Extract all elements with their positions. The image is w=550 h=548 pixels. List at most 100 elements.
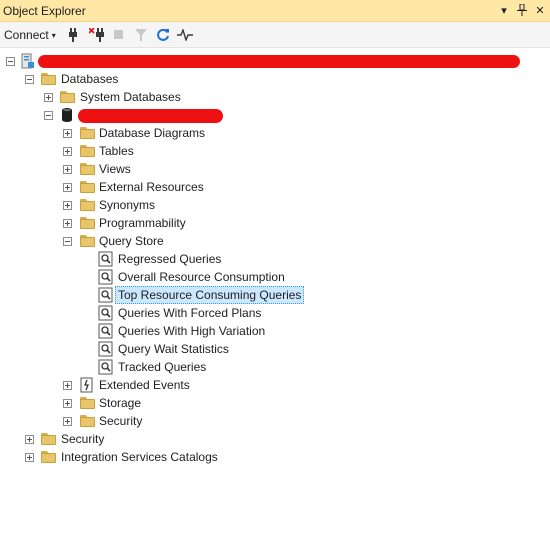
query-report-icon xyxy=(98,251,114,267)
tree-label: Storage xyxy=(99,396,142,410)
redacted-server-name xyxy=(38,55,520,68)
tree-label: Views xyxy=(99,162,131,176)
tree-label: Query Store xyxy=(99,234,164,248)
panel-title: Object Explorer xyxy=(3,4,86,18)
extended-events-icon xyxy=(80,377,96,393)
tree-node-server[interactable] xyxy=(0,52,550,70)
tree-label: Databases xyxy=(61,72,119,86)
expand-icon[interactable] xyxy=(25,453,34,462)
tree-node-server-security[interactable]: Security xyxy=(0,430,550,448)
folder-icon xyxy=(80,413,96,429)
query-report-icon xyxy=(98,323,114,339)
folder-icon xyxy=(80,161,96,177)
tree-label: Regressed Queries xyxy=(118,252,222,266)
folder-icon xyxy=(60,89,76,105)
query-report-icon xyxy=(98,287,114,303)
refresh-icon[interactable] xyxy=(154,26,172,44)
expand-icon[interactable] xyxy=(63,399,72,408)
tree-node-queries-with-high-variation[interactable]: Queries With High Variation xyxy=(0,322,550,340)
folder-icon xyxy=(41,449,57,465)
folder-icon xyxy=(41,431,57,447)
connect-button[interactable]: Connect ▾ xyxy=(4,28,56,42)
tree-node-overall-resource-consumption[interactable]: Overall Resource Consumption xyxy=(0,268,550,286)
tree-node-synonyms[interactable]: Synonyms xyxy=(0,196,550,214)
close-icon[interactable]: ✕ xyxy=(532,2,548,18)
pin-icon[interactable] xyxy=(514,2,530,18)
tree-node-databases[interactable]: Databases xyxy=(0,70,550,88)
tree-node-database-diagrams[interactable]: Database Diagrams xyxy=(0,124,550,142)
expand-icon[interactable] xyxy=(63,381,72,390)
expand-icon[interactable] xyxy=(63,219,72,228)
tree-node-storage[interactable]: Storage xyxy=(0,394,550,412)
collapse-icon[interactable] xyxy=(63,237,72,246)
expand-icon[interactable] xyxy=(63,417,72,426)
tree-label: Queries With High Variation xyxy=(118,324,266,338)
tree-node-db-security[interactable]: Security xyxy=(0,412,550,430)
folder-icon xyxy=(80,179,96,195)
collapse-icon[interactable] xyxy=(25,75,34,84)
folder-icon xyxy=(80,143,96,159)
tree-node-database[interactable] xyxy=(0,106,550,124)
filter-icon[interactable] xyxy=(132,26,150,44)
tree-node-system-databases[interactable]: System Databases xyxy=(0,88,550,106)
folder-icon xyxy=(80,233,96,249)
tree-label: Query Wait Statistics xyxy=(118,342,229,356)
expand-icon[interactable] xyxy=(63,201,72,210)
redacted-database-name xyxy=(78,109,223,123)
tree-label: Database Diagrams xyxy=(99,126,206,140)
object-explorer-tree: Databases System Databases Database Diag… xyxy=(0,50,550,510)
folder-icon xyxy=(80,197,96,213)
collapse-icon[interactable] xyxy=(6,57,15,66)
folder-icon xyxy=(80,215,96,231)
expand-icon[interactable] xyxy=(44,93,53,102)
tree-node-external-resources[interactable]: External Resources xyxy=(0,178,550,196)
expand-icon[interactable] xyxy=(63,129,72,138)
connect-plug-icon[interactable] xyxy=(64,26,82,44)
activity-monitor-icon[interactable] xyxy=(176,26,194,44)
folder-icon xyxy=(80,395,96,411)
query-report-icon xyxy=(98,341,114,357)
expand-icon[interactable] xyxy=(63,165,72,174)
server-icon xyxy=(20,53,36,69)
object-explorer-titlebar: Object Explorer ▾ ✕ xyxy=(0,0,550,22)
tree-node-programmability[interactable]: Programmability xyxy=(0,214,550,232)
collapse-icon[interactable] xyxy=(44,111,53,120)
object-explorer-toolbar: Connect ▾ xyxy=(0,22,550,48)
tree-node-tracked-queries[interactable]: Tracked Queries xyxy=(0,358,550,376)
tree-node-views[interactable]: Views xyxy=(0,160,550,178)
folder-icon xyxy=(41,71,57,87)
tree-label: Extended Events xyxy=(99,378,190,392)
tree-node-query-wait-statistics[interactable]: Query Wait Statistics xyxy=(0,340,550,358)
connect-label: Connect xyxy=(4,28,49,42)
tree-label: Security xyxy=(61,432,105,446)
tree-label: Programmability xyxy=(99,216,186,230)
stop-icon[interactable] xyxy=(110,26,128,44)
database-icon xyxy=(60,107,76,123)
disconnect-icon[interactable] xyxy=(88,26,106,44)
dropdown-icon[interactable]: ▾ xyxy=(496,2,512,18)
query-report-icon xyxy=(98,305,114,321)
tree-label: Queries With Forced Plans xyxy=(118,306,262,320)
query-report-icon xyxy=(98,359,114,375)
expand-icon[interactable] xyxy=(63,147,72,156)
tree-label: Integration Services Catalogs xyxy=(61,450,218,464)
tree-label: Overall Resource Consumption xyxy=(118,270,285,284)
tree-label-selected: Top Resource Consuming Queries xyxy=(115,286,305,304)
tree-node-tables[interactable]: Tables xyxy=(0,142,550,160)
tree-node-top-resource-consuming-queries[interactable]: Top Resource Consuming Queries xyxy=(0,286,550,304)
tree-node-queries-with-forced-plans[interactable]: Queries With Forced Plans xyxy=(0,304,550,322)
tree-node-query-store[interactable]: Query Store xyxy=(0,232,550,250)
query-report-icon xyxy=(98,269,114,285)
chevron-down-icon: ▾ xyxy=(51,31,56,40)
tree-label: Tracked Queries xyxy=(118,360,207,374)
expand-icon[interactable] xyxy=(63,183,72,192)
tree-label: Tables xyxy=(99,144,134,158)
tree-label: Synonyms xyxy=(99,198,156,212)
tree-node-integration-services-catalogs[interactable]: Integration Services Catalogs xyxy=(0,448,550,466)
tree-label: System Databases xyxy=(80,90,181,104)
tree-node-regressed-queries[interactable]: Regressed Queries xyxy=(0,250,550,268)
folder-icon xyxy=(80,125,96,141)
tree-label: External Resources xyxy=(99,180,204,194)
tree-node-extended-events[interactable]: Extended Events xyxy=(0,376,550,394)
expand-icon[interactable] xyxy=(25,435,34,444)
